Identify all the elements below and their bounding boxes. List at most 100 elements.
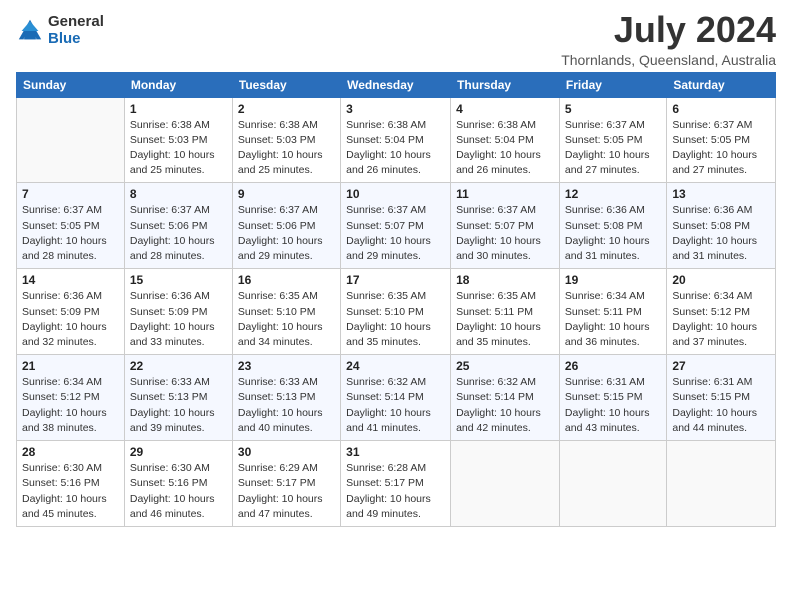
- day-cell: 8 Sunrise: 6:37 AM Sunset: 5:06 PM Daylig…: [124, 183, 232, 269]
- day-info: Sunrise: 6:33 AM Sunset: 5:13 PM Dayligh…: [130, 375, 227, 436]
- day-cell: 5 Sunrise: 6:37 AM Sunset: 5:05 PM Daylig…: [559, 97, 666, 183]
- day-cell: 7 Sunrise: 6:37 AM Sunset: 5:05 PM Daylig…: [17, 183, 125, 269]
- day-cell: [451, 441, 560, 527]
- day-cell: [17, 97, 125, 183]
- col-header-saturday: Saturday: [667, 72, 776, 97]
- col-header-friday: Friday: [559, 72, 666, 97]
- day-info: Sunrise: 6:35 AM Sunset: 5:10 PM Dayligh…: [238, 289, 335, 350]
- day-number: 29: [130, 445, 227, 459]
- logo: General Blue: [16, 14, 104, 47]
- day-info: Sunrise: 6:31 AM Sunset: 5:15 PM Dayligh…: [565, 375, 661, 436]
- day-number: 31: [346, 445, 445, 459]
- day-info: Sunrise: 6:34 AM Sunset: 5:11 PM Dayligh…: [565, 289, 661, 350]
- col-header-tuesday: Tuesday: [232, 72, 340, 97]
- day-number: 8: [130, 187, 227, 201]
- day-cell: 10 Sunrise: 6:37 AM Sunset: 5:07 PM Dayli…: [341, 183, 451, 269]
- day-info: Sunrise: 6:37 AM Sunset: 5:06 PM Dayligh…: [238, 203, 335, 264]
- day-number: 28: [22, 445, 119, 459]
- day-info: Sunrise: 6:37 AM Sunset: 5:07 PM Dayligh…: [456, 203, 554, 264]
- day-info: Sunrise: 6:37 AM Sunset: 5:06 PM Dayligh…: [130, 203, 227, 264]
- col-header-monday: Monday: [124, 72, 232, 97]
- day-cell: 31Sunrise: 6:28 AM Sunset: 5:17 PM Dayli…: [341, 441, 451, 527]
- day-info: Sunrise: 6:37 AM Sunset: 5:05 PM Dayligh…: [565, 118, 661, 179]
- day-cell: 25 Sunrise: 6:32 AM Sunset: 5:14 PM Dayli…: [451, 355, 560, 441]
- day-number: 25: [456, 359, 554, 373]
- col-header-wednesday: Wednesday: [341, 72, 451, 97]
- day-cell: [667, 441, 776, 527]
- day-info: Sunrise: 6:34 AM Sunset: 5:12 PM Dayligh…: [22, 375, 119, 436]
- day-number: 26: [565, 359, 661, 373]
- logo-general-text: General: [48, 14, 104, 31]
- day-cell: 2Sunrise: 6:38 AM Sunset: 5:03 PM Daylig…: [232, 97, 340, 183]
- day-cell: 26 Sunrise: 6:31 AM Sunset: 5:15 PM Dayli…: [559, 355, 666, 441]
- day-number: 17: [346, 273, 445, 287]
- day-cell: 17 Sunrise: 6:35 AM Sunset: 5:10 PM Dayli…: [341, 269, 451, 355]
- day-number: 24: [346, 359, 445, 373]
- day-info: Sunrise: 6:37 AM Sunset: 5:05 PM Dayligh…: [672, 118, 770, 179]
- day-info: Sunrise: 6:38 AM Sunset: 5:03 PM Dayligh…: [130, 118, 227, 179]
- col-header-thursday: Thursday: [451, 72, 560, 97]
- day-number: 27: [672, 359, 770, 373]
- calendar-header-row: SundayMondayTuesdayWednesdayThursdayFrid…: [17, 72, 776, 97]
- day-number: 23: [238, 359, 335, 373]
- day-info: Sunrise: 6:32 AM Sunset: 5:14 PM Dayligh…: [346, 375, 445, 436]
- calendar-table: SundayMondayTuesdayWednesdayThursdayFrid…: [16, 72, 776, 527]
- day-info: Sunrise: 6:30 AM Sunset: 5:16 PM Dayligh…: [22, 461, 119, 522]
- day-cell: 1 Sunrise: 6:38 AM Sunset: 5:03 PM Daylig…: [124, 97, 232, 183]
- day-cell: 15 Sunrise: 6:36 AM Sunset: 5:09 PM Dayli…: [124, 269, 232, 355]
- day-number: 21: [22, 359, 119, 373]
- day-number: 6: [672, 102, 770, 116]
- day-cell: 22 Sunrise: 6:33 AM Sunset: 5:13 PM Dayli…: [124, 355, 232, 441]
- day-cell: 19 Sunrise: 6:34 AM Sunset: 5:11 PM Dayli…: [559, 269, 666, 355]
- day-number: 12: [565, 187, 661, 201]
- day-info: Sunrise: 6:37 AM Sunset: 5:05 PM Dayligh…: [22, 203, 119, 264]
- day-number: 19: [565, 273, 661, 287]
- header: General Blue July 2024 Thornlands, Queen…: [16, 10, 776, 68]
- day-number: 10: [346, 187, 445, 201]
- day-info: Sunrise: 6:34 AM Sunset: 5:12 PM Dayligh…: [672, 289, 770, 350]
- logo-text: General Blue: [48, 14, 104, 47]
- day-cell: 11Sunrise: 6:37 AM Sunset: 5:07 PM Dayli…: [451, 183, 560, 269]
- day-cell: 14Sunrise: 6:36 AM Sunset: 5:09 PM Dayli…: [17, 269, 125, 355]
- week-row-3: 14 Sunrise: 6:36 AM Sunset: 5:09 PM Dayli…: [17, 269, 776, 355]
- location: Thornlands, Queensland, Australia: [561, 52, 776, 68]
- day-cell: 6 Sunrise: 6:37 AM Sunset: 5:05 PM Daylig…: [667, 97, 776, 183]
- day-cell: 29Sunrise: 6:30 AM Sunset: 5:16 PM Dayli…: [124, 441, 232, 527]
- day-number: 14: [22, 273, 119, 287]
- day-cell: 13Sunrise: 6:36 AM Sunset: 5:08 PM Dayli…: [667, 183, 776, 269]
- col-header-sunday: Sunday: [17, 72, 125, 97]
- logo-icon: [16, 17, 44, 45]
- day-info: Sunrise: 6:35 AM Sunset: 5:10 PM Dayligh…: [346, 289, 445, 350]
- day-info: Sunrise: 6:29 AM Sunset: 5:17 PM Dayligh…: [238, 461, 335, 522]
- day-number: 9: [238, 187, 335, 201]
- day-info: Sunrise: 6:32 AM Sunset: 5:14 PM Dayligh…: [456, 375, 554, 436]
- day-cell: 28 Sunrise: 6:30 AM Sunset: 5:16 PM Dayli…: [17, 441, 125, 527]
- day-number: 22: [130, 359, 227, 373]
- day-cell: 20Sunrise: 6:34 AM Sunset: 5:12 PM Dayli…: [667, 269, 776, 355]
- title-block: July 2024 Thornlands, Queensland, Austra…: [561, 10, 776, 68]
- day-info: Sunrise: 6:36 AM Sunset: 5:09 PM Dayligh…: [130, 289, 227, 350]
- day-cell: 21 Sunrise: 6:34 AM Sunset: 5:12 PM Dayli…: [17, 355, 125, 441]
- month-title: July 2024: [561, 10, 776, 50]
- day-cell: 4Sunrise: 6:38 AM Sunset: 5:04 PM Daylig…: [451, 97, 560, 183]
- day-number: 4: [456, 102, 554, 116]
- day-number: 18: [456, 273, 554, 287]
- week-row-2: 7 Sunrise: 6:37 AM Sunset: 5:05 PM Daylig…: [17, 183, 776, 269]
- day-cell: 9 Sunrise: 6:37 AM Sunset: 5:06 PM Daylig…: [232, 183, 340, 269]
- day-info: Sunrise: 6:38 AM Sunset: 5:03 PM Dayligh…: [238, 118, 335, 179]
- day-info: Sunrise: 6:36 AM Sunset: 5:08 PM Dayligh…: [672, 203, 770, 264]
- day-info: Sunrise: 6:37 AM Sunset: 5:07 PM Dayligh…: [346, 203, 445, 264]
- day-cell: 3Sunrise: 6:38 AM Sunset: 5:04 PM Daylig…: [341, 97, 451, 183]
- page: General Blue July 2024 Thornlands, Queen…: [0, 0, 792, 612]
- day-number: 5: [565, 102, 661, 116]
- day-cell: 30 Sunrise: 6:29 AM Sunset: 5:17 PM Dayli…: [232, 441, 340, 527]
- day-number: 30: [238, 445, 335, 459]
- day-cell: [559, 441, 666, 527]
- day-cell: 16Sunrise: 6:35 AM Sunset: 5:10 PM Dayli…: [232, 269, 340, 355]
- day-number: 15: [130, 273, 227, 287]
- day-info: Sunrise: 6:38 AM Sunset: 5:04 PM Dayligh…: [346, 118, 445, 179]
- day-info: Sunrise: 6:35 AM Sunset: 5:11 PM Dayligh…: [456, 289, 554, 350]
- day-cell: 18 Sunrise: 6:35 AM Sunset: 5:11 PM Dayli…: [451, 269, 560, 355]
- day-number: 7: [22, 187, 119, 201]
- day-number: 1: [130, 102, 227, 116]
